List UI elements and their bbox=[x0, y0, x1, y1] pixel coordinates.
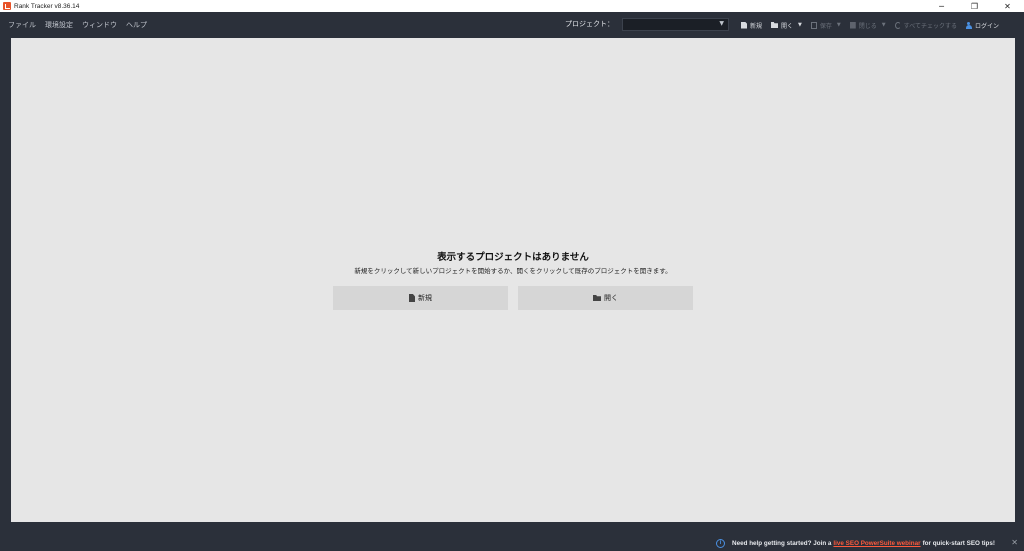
toolbar-new-label: 新規 bbox=[750, 22, 763, 30]
status-bar: i Need help getting started? Join a live… bbox=[0, 535, 1024, 551]
save-icon bbox=[810, 21, 817, 29]
empty-state-title: 表示するプロジェクトはありません bbox=[437, 252, 589, 263]
chevron-down-icon[interactable]: ▼ bbox=[798, 22, 802, 28]
toolbar: 新規 開く ▼ 保存 ▼ 閉じる ▼ すべてチェックする ログイン bbox=[741, 12, 1008, 38]
open-project-label: 開く bbox=[604, 294, 618, 302]
notice-suffix: for quick-start SEO tips! bbox=[922, 539, 995, 547]
new-project-label: 新規 bbox=[418, 294, 432, 302]
project-dropdown[interactable]: ▼ bbox=[622, 18, 729, 31]
main-panel: 表示するプロジェクトはありません 新規をクリックして新しいプロジェクトを開始する… bbox=[11, 38, 1015, 522]
webinar-notice: i Need help getting started? Join a live… bbox=[716, 535, 995, 551]
toolbar-check-all-button[interactable]: すべてチェックする bbox=[894, 21, 957, 30]
menu-file[interactable]: ファイル bbox=[8, 20, 36, 30]
project-label: プロジェクト： bbox=[565, 20, 614, 28]
close-project-icon bbox=[849, 21, 856, 29]
toolbar-new-button[interactable]: 新規 bbox=[741, 21, 762, 30]
new-project-button[interactable]: 新規 bbox=[333, 286, 508, 310]
window-title: Rank Tracker v8.36.14 bbox=[14, 2, 80, 10]
chevron-down-icon[interactable]: ▼ bbox=[882, 22, 886, 28]
toolbar-login-label: ログイン bbox=[974, 22, 999, 30]
menu-window[interactable]: ウィンドウ bbox=[82, 20, 117, 30]
chevron-down-icon: ▼ bbox=[719, 20, 724, 27]
toolbar-check-all-label: すべてチェックする bbox=[903, 22, 957, 30]
close-window-button[interactable]: ✕ bbox=[991, 0, 1024, 12]
menu-toolbar-bar: ファイル 環境設定 ウィンドウ ヘルプ プロジェクト： ▼ 新規 開く ▼ 保存… bbox=[0, 12, 1024, 38]
restore-button[interactable]: ❐ bbox=[958, 0, 991, 12]
close-notice-icon[interactable]: ✕ bbox=[1011, 538, 1018, 547]
webinar-link[interactable]: live SEO PowerSuite webinar bbox=[833, 540, 920, 547]
app-logo-icon bbox=[3, 2, 11, 10]
refresh-icon bbox=[894, 21, 901, 29]
toolbar-open-button[interactable]: 開く ▼ bbox=[771, 21, 802, 30]
menu-help[interactable]: ヘルプ bbox=[126, 20, 147, 30]
menu-preferences[interactable]: 環境設定 bbox=[45, 20, 73, 30]
title-bar: Rank Tracker v8.36.14 ─ ❐ ✕ bbox=[0, 0, 1024, 12]
info-icon: i bbox=[716, 538, 726, 548]
open-project-button[interactable]: 開く bbox=[518, 286, 693, 310]
chevron-down-icon[interactable]: ▼ bbox=[837, 22, 841, 28]
folder-open-icon bbox=[771, 22, 779, 28]
toolbar-close-label: 閉じる bbox=[858, 22, 877, 30]
toolbar-open-label: 開く bbox=[781, 22, 794, 30]
toolbar-close-button[interactable]: 閉じる ▼ bbox=[849, 21, 886, 30]
notice-prefix: Need help getting started? Join a bbox=[732, 539, 832, 547]
document-icon bbox=[409, 294, 415, 302]
toolbar-save-label: 保存 bbox=[819, 22, 832, 30]
user-icon bbox=[965, 21, 972, 29]
toolbar-login-button[interactable]: ログイン bbox=[965, 21, 999, 30]
document-icon bbox=[741, 21, 747, 29]
window-controls: ─ ❐ ✕ bbox=[925, 0, 1024, 12]
minimize-button[interactable]: ─ bbox=[925, 0, 958, 12]
menu-bar: ファイル 環境設定 ウィンドウ ヘルプ bbox=[8, 12, 156, 38]
toolbar-save-button[interactable]: 保存 ▼ bbox=[810, 21, 841, 30]
folder-open-icon bbox=[593, 295, 601, 301]
empty-state-description: 新規をクリックして新しいプロジェクトを開始するか、開くをクリックして既存のプロジ… bbox=[354, 267, 672, 275]
